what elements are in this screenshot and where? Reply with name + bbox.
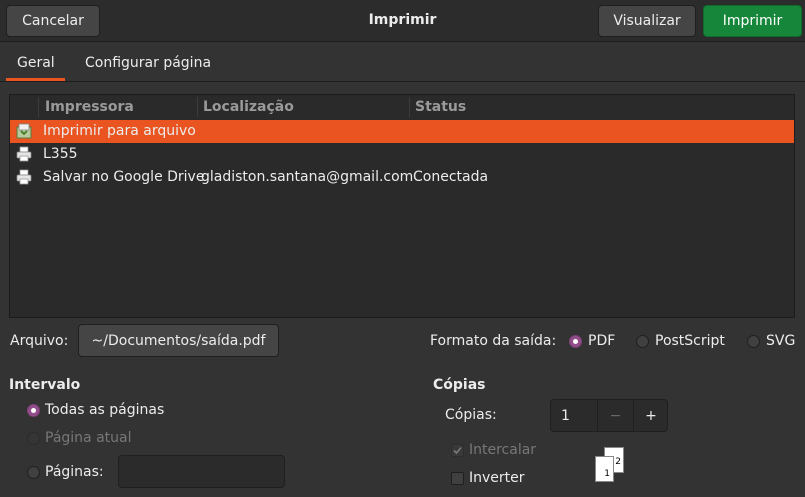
column-separator <box>197 97 198 117</box>
file-label: Arquivo: <box>10 333 69 349</box>
current-page-label[interactable]: Página atual <box>45 430 131 446</box>
all-pages-label[interactable]: Todas as páginas <box>45 402 164 418</box>
printer-icon <box>16 146 32 162</box>
copies-value[interactable]: 1 <box>561 408 570 424</box>
print-to-file-icon <box>16 123 32 139</box>
reverse-label[interactable]: Inverter <box>469 470 525 486</box>
printer-name: Salvar no Google Drive <box>43 169 205 185</box>
printer-list[interactable]: Impressora Localização Status Imprimir p… <box>9 94 795 318</box>
printer-row[interactable]: Imprimir para arquivo <box>10 120 794 143</box>
file-chooser-button[interactable]: ~/Documentos/saída.pdf <box>78 324 279 357</box>
column-header-status[interactable]: Status <box>415 99 466 115</box>
printer-name: L355 <box>43 146 78 162</box>
current-page-radio[interactable] <box>27 432 40 445</box>
copies-decrement-button[interactable]: − <box>598 400 633 431</box>
page-number: 2 <box>615 457 621 467</box>
output-format-label: Formato da saída: <box>430 333 557 349</box>
active-tab-indicator <box>6 78 65 81</box>
copies-heading: Cópias <box>433 377 486 393</box>
column-header-location[interactable]: Localização <box>203 99 294 115</box>
copies-label: Cópias: <box>445 407 497 423</box>
format-svg-label[interactable]: SVG <box>766 333 795 349</box>
reverse-checkbox[interactable] <box>451 472 464 485</box>
tab-general[interactable]: Geral <box>17 55 55 71</box>
column-header-printer[interactable]: Impressora <box>45 99 134 115</box>
column-separator <box>38 97 39 117</box>
pages-input[interactable] <box>118 455 285 488</box>
all-pages-radio[interactable] <box>27 404 40 417</box>
printer-status: Conectada <box>413 169 489 185</box>
column-separator <box>409 97 410 117</box>
printer-row[interactable]: Salvar no Google Drive gladiston.santana… <box>10 166 794 189</box>
format-svg-radio[interactable] <box>747 335 760 348</box>
printer-row[interactable]: L355 <box>10 143 794 166</box>
format-pdf-radio[interactable] <box>569 335 582 348</box>
tab-bar: Geral Configurar página <box>0 42 805 82</box>
copies-spinbutton: 1 − + <box>550 399 668 432</box>
preview-button[interactable]: Visualizar <box>598 5 696 37</box>
printer-icon <box>16 169 32 185</box>
page-number: 1 <box>604 469 610 479</box>
printer-location: gladiston.santana@gmail.com <box>201 169 414 185</box>
collate-checkbox[interactable] <box>451 444 464 457</box>
collate-label[interactable]: Intercalar <box>469 442 536 458</box>
printer-name: Imprimir para arquivo <box>43 123 196 139</box>
collate-preview-page: 1 <box>595 456 614 482</box>
range-heading: Intervalo <box>9 377 81 393</box>
print-button[interactable]: Imprimir <box>703 5 802 37</box>
tab-page-setup[interactable]: Configurar página <box>85 55 211 71</box>
format-postscript-radio[interactable] <box>636 335 649 348</box>
format-postscript-label[interactable]: PostScript <box>655 333 725 349</box>
copies-increment-button[interactable]: + <box>634 400 668 431</box>
checkmark-icon <box>453 446 462 455</box>
format-pdf-label[interactable]: PDF <box>588 333 615 349</box>
pages-label[interactable]: Páginas: <box>45 464 104 480</box>
pages-radio[interactable] <box>27 466 40 479</box>
